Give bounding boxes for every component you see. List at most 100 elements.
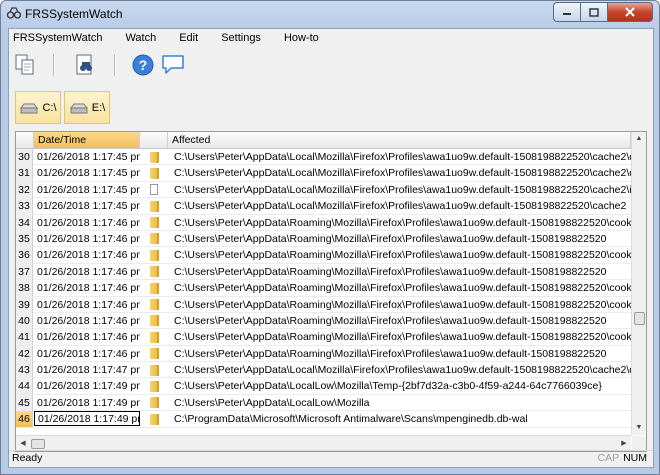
file-icon — [150, 184, 158, 196]
drive-e-label: E:\ — [91, 101, 106, 114]
folder-icon — [149, 299, 159, 311]
grid-rows: 30 01/26/2018 1:17:45 pm C:\Users\Peter\Ap… — [16, 149, 631, 428]
row-date-time: 01/26/2018 1:17:46 pm — [37, 282, 140, 295]
table-row[interactable]: 30 01/26/2018 1:17:45 pm C:\Users\Peter\Ap… — [16, 149, 631, 166]
table-row[interactable]: 46 01/26/2018 1:17:49 pm C:\ProgramData\Mi… — [16, 411, 631, 428]
table-row[interactable]: 33 01/26/2018 1:17:45 pm C:\Users\Peter\Ap… — [16, 198, 631, 215]
row-type-icon — [140, 329, 168, 345]
drive-e-button[interactable]: E:\ — [64, 91, 110, 124]
row-number: 34 — [16, 214, 33, 231]
help-button[interactable]: ? — [129, 51, 157, 79]
close-button[interactable] — [607, 2, 653, 22]
scroll-right-arrow-icon[interactable]: ▶ — [617, 436, 631, 451]
header-date-time[interactable]: Date/Time — [34, 132, 140, 148]
row-date-time: 01/26/2018 1:17:46 pm — [37, 314, 140, 327]
row-affected-path: C:\Users\Peter\AppData\LocalLow\Mozilla\… — [174, 380, 602, 393]
folder-icon — [149, 233, 159, 245]
minimize-icon — [563, 13, 571, 15]
row-date-time: 01/26/2018 1:17:46 pm — [37, 265, 140, 278]
row-type-icon — [140, 411, 168, 427]
drives-bar: C:\ E:\ — [9, 83, 653, 127]
folder-icon — [149, 348, 159, 360]
row-number: 43 — [16, 362, 33, 379]
row-number: 36 — [16, 247, 33, 264]
table-row[interactable]: 31 01/26/2018 1:17:45 pm C:\Users\Peter\Ap… — [16, 165, 631, 182]
find-button[interactable] — [71, 51, 99, 79]
row-type-icon — [140, 280, 168, 296]
svg-text:?: ? — [139, 57, 148, 73]
row-number: 41 — [16, 329, 33, 346]
events-grid[interactable]: Date/Time Affected 30 01/26/2018 1:17:45 … — [15, 131, 647, 452]
table-row[interactable]: 37 01/26/2018 1:17:46 pm C:\Users\Peter\Ap… — [16, 263, 631, 281]
scroll-left-arrow-icon[interactable]: ◀ — [16, 436, 30, 451]
scroll-up-arrow-icon[interactable]: ▲ — [632, 132, 646, 146]
table-row[interactable]: 38 01/26/2018 1:17:46 pm C:\Users\Peter\Ap… — [16, 280, 631, 297]
hard-drive-icon — [20, 103, 39, 113]
table-row[interactable]: 36 01/26/2018 1:17:46 pm C:\Users\Peter\Ap… — [16, 247, 631, 264]
row-number: 38 — [16, 280, 33, 297]
row-date-time: 01/26/2018 1:17:49 pm — [34, 411, 140, 427]
row-date-time: 01/26/2018 1:17:46 pm — [37, 298, 140, 311]
row-number: 45 — [16, 394, 33, 411]
row-affected-path: C:\Users\Peter\AppData\Roaming\Mozilla\F… — [174, 282, 631, 295]
menu-watch[interactable]: Watch — [121, 29, 166, 48]
status-indicators: CAP NUM — [597, 451, 647, 466]
row-type-icon — [140, 149, 168, 165]
vertical-scrollbar[interactable]: ▲ ▼ — [631, 132, 646, 435]
row-type-icon — [140, 215, 168, 231]
table-row[interactable]: 35 01/26/2018 1:17:46 pm C:\Users\Peter\Ap… — [16, 230, 631, 248]
row-affected-path: C:\Users\Peter\AppData\Roaming\Mozilla\F… — [174, 314, 607, 327]
row-date-time: 01/26/2018 1:17:46 pm — [37, 216, 140, 229]
title-bar[interactable]: FRSSystemWatch — [1, 1, 659, 27]
folder-icon — [149, 315, 159, 327]
table-row[interactable]: 41 01/26/2018 1:17:46 pm C:\Users\Peter\Ap… — [16, 329, 631, 346]
minimize-button[interactable] — [553, 2, 580, 22]
table-row[interactable]: 39 01/26/2018 1:17:46 pm C:\Users\Peter\Ap… — [16, 296, 631, 313]
row-affected-path: C:\Users\Peter\AppData\LocalLow\Mozilla — [174, 396, 370, 409]
grid-header: Date/Time Affected — [16, 132, 631, 149]
row-number: 31 — [16, 165, 33, 182]
folder-icon — [149, 413, 159, 425]
num-lock-indicator: NUM — [623, 452, 647, 464]
status-bar: Ready CAP NUM — [9, 450, 653, 467]
row-type-icon — [140, 346, 168, 362]
horizontal-scrollbar[interactable]: ◀ ▶ — [16, 435, 631, 451]
app-window: FRSSystemWatch FRSSystemWatch Watch Edit… — [0, 0, 660, 475]
table-row[interactable]: 42 01/26/2018 1:17:46 pm C:\Users\Peter\Ap… — [16, 345, 631, 363]
table-row[interactable]: 34 01/26/2018 1:17:46 pm C:\Users\Peter\Ap… — [16, 214, 631, 231]
row-number: 40 — [16, 312, 33, 329]
table-row[interactable]: 44 01/26/2018 1:17:49 pm C:\Users\Peter\Ap… — [16, 378, 631, 395]
row-date-time: 01/26/2018 1:17:47 pm — [37, 364, 140, 377]
row-type-icon — [140, 165, 168, 181]
table-row[interactable]: 43 01/26/2018 1:17:47 pm C:\Users\Peter\Ap… — [16, 362, 631, 379]
menu-edit[interactable]: Edit — [175, 29, 208, 48]
menu-how-to[interactable]: How-to — [280, 29, 329, 48]
header-icon[interactable] — [140, 132, 168, 148]
scroll-down-arrow-icon[interactable]: ▼ — [632, 421, 646, 435]
row-affected-path: C:\Users\Peter\AppData\Roaming\Mozilla\F… — [174, 331, 631, 344]
row-date-time: 01/26/2018 1:17:46 pm — [37, 331, 140, 344]
folder-icon — [149, 151, 159, 163]
menu-settings[interactable]: Settings — [217, 29, 271, 48]
row-type-icon — [140, 313, 168, 329]
comment-button[interactable] — [159, 51, 187, 79]
help-icon: ? — [132, 54, 154, 76]
table-row[interactable]: 45 01/26/2018 1:17:49 pm C:\Users\Peter\Ap… — [16, 394, 631, 412]
row-affected-path: C:\Users\Peter\AppData\Local\Mozilla\Fir… — [174, 151, 631, 163]
vertical-scroll-thumb[interactable] — [634, 312, 645, 325]
copy-button[interactable] — [11, 51, 39, 79]
row-date-time: 01/26/2018 1:17:46 pm — [37, 347, 140, 360]
copy-icon — [15, 54, 34, 75]
caption-buttons — [553, 2, 653, 22]
maximize-button[interactable] — [580, 2, 607, 22]
find-icon — [76, 54, 92, 75]
header-affected[interactable]: Affected — [168, 132, 631, 148]
horizontal-scroll-thumb[interactable] — [31, 439, 45, 449]
drive-c-button[interactable]: C:\ — [15, 91, 61, 124]
comment-icon — [162, 55, 184, 74]
toolbar: ? — [9, 48, 653, 82]
menu-frssystemwatch[interactable]: FRSSystemWatch — [9, 29, 112, 48]
table-row[interactable]: 32 01/26/2018 1:17:45 pm C:\Users\Peter\Ap… — [16, 181, 631, 199]
table-row[interactable]: 40 01/26/2018 1:17:46 pm C:\Users\Peter\Ap… — [16, 312, 631, 330]
folder-icon — [149, 249, 159, 261]
